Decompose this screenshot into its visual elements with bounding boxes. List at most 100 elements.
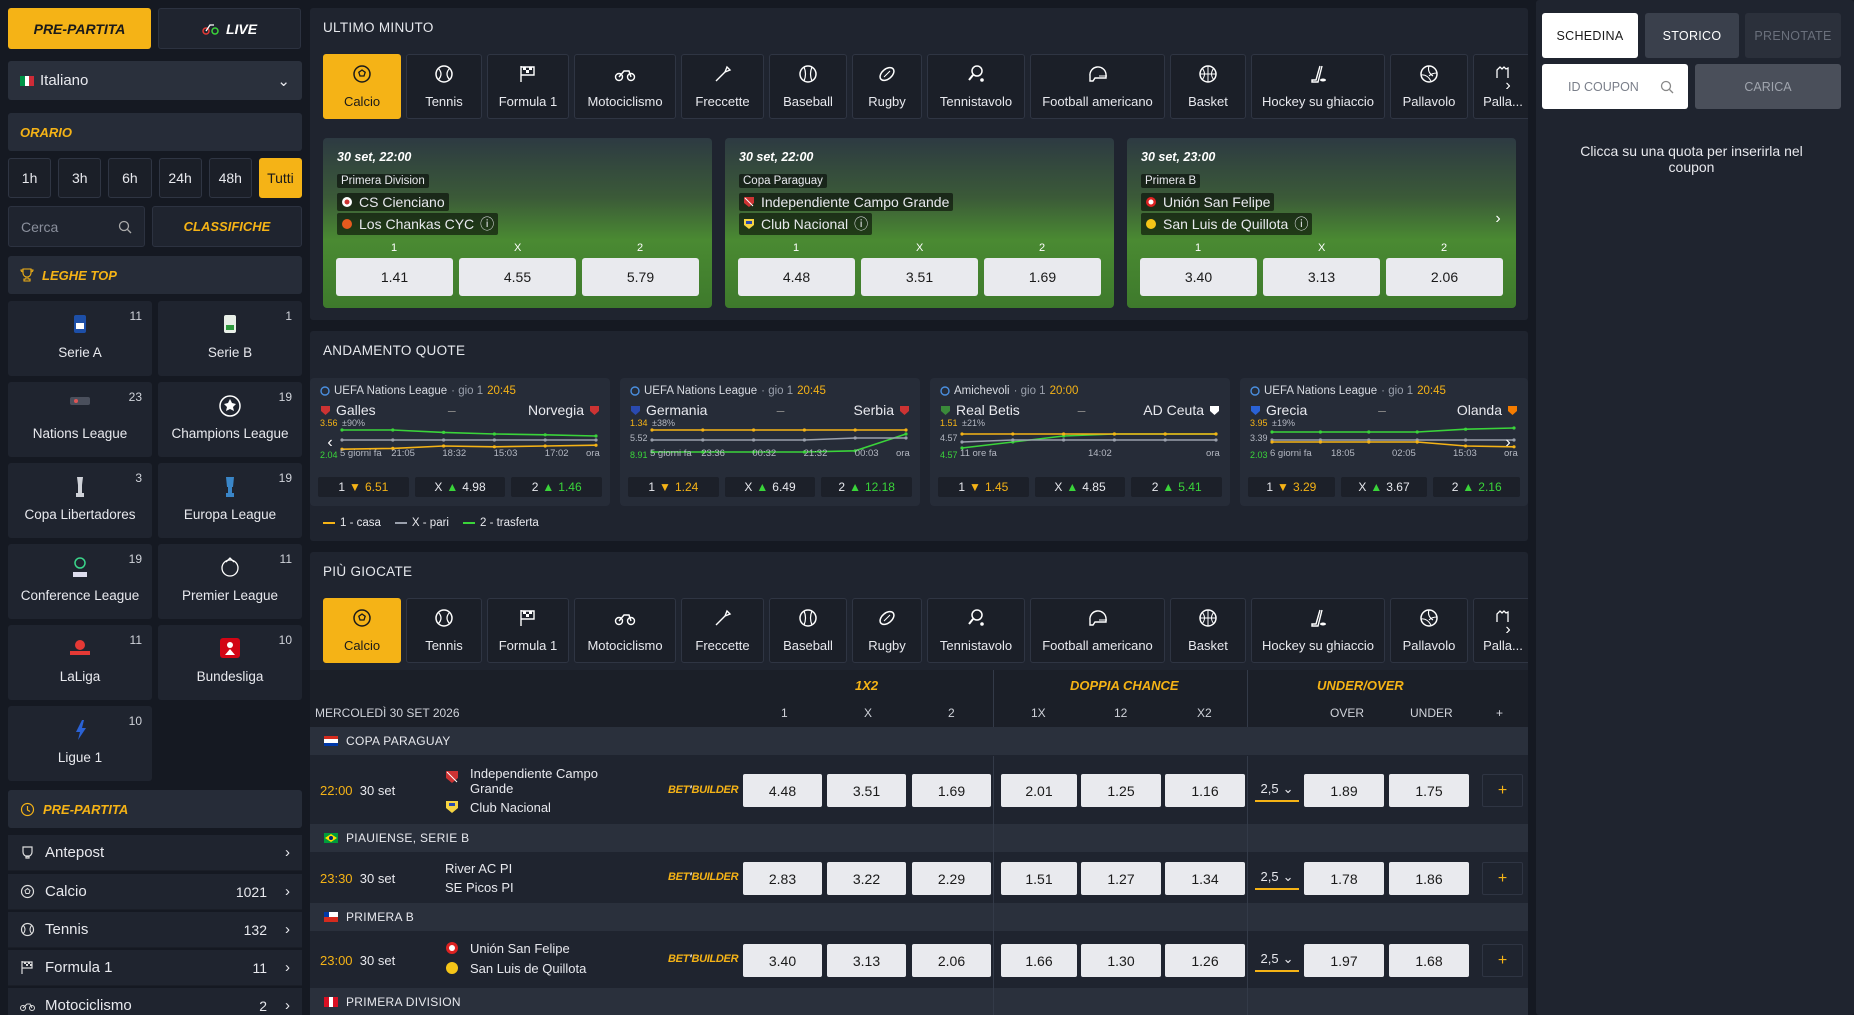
odd-button[interactable]: 1.68 xyxy=(1389,944,1469,977)
line-select[interactable]: 2,5 ⌄ xyxy=(1255,777,1299,802)
odd-button[interactable]: 1.86 xyxy=(1389,862,1469,895)
sport-row-motociclismo[interactable]: Motociclismo 2 › xyxy=(8,988,302,1015)
odd-button[interactable]: 1.97 xyxy=(1304,944,1384,977)
trend-odd-x[interactable]: X ▲ 4.85 xyxy=(1034,477,1126,497)
line-select[interactable]: 2,5 ⌄ xyxy=(1255,947,1299,972)
tab-baseball[interactable]: Baseball xyxy=(769,598,847,663)
tab-calcio[interactable]: Calcio xyxy=(323,598,401,663)
odd-button[interactable]: 1.25 xyxy=(1081,774,1161,807)
competition-row[interactable]: PRIMERA DIVISION xyxy=(310,988,1528,1015)
league-copa-libertadores[interactable]: 3 Copa Libertadores xyxy=(8,463,152,538)
tab-motociclismo[interactable]: Motociclismo xyxy=(574,54,676,119)
tab-football-americano[interactable]: Football americano xyxy=(1030,54,1165,119)
tab-formula-1[interactable]: Formula 1 xyxy=(487,598,569,663)
bet-builder-badge[interactable]: BET'BUILDER xyxy=(668,953,739,965)
league-champions-league[interactable]: 19 Champions League xyxy=(158,382,302,457)
league-laliga[interactable]: 11 LaLiga xyxy=(8,625,152,700)
tab-baseball[interactable]: Baseball xyxy=(769,54,847,119)
competition-row[interactable]: COPA PARAGUAY xyxy=(310,727,1528,755)
odd-button[interactable]: 1.34 xyxy=(1165,862,1245,895)
tab-hockey-su-ghiaccio[interactable]: Hockey su ghiaccio xyxy=(1251,54,1385,119)
odd-button[interactable]: 2.29 xyxy=(912,862,991,895)
tab-basket[interactable]: Basket xyxy=(1170,598,1246,663)
last-minute-card[interactable]: 30 set, 22:00 Copa Paraguay Independient… xyxy=(725,138,1114,308)
odd-button[interactable]: 1.51 xyxy=(1001,862,1077,895)
league-ligue-1[interactable]: 10 Ligue 1 xyxy=(8,706,152,781)
odd-button[interactable]: 1.30 xyxy=(1081,944,1161,977)
odd-button[interactable]: 4.48 xyxy=(738,258,855,296)
odd-button[interactable]: 5.79 xyxy=(582,258,699,296)
league-europa-league[interactable]: 19 Europa League xyxy=(158,463,302,538)
odd-button[interactable]: 1.69 xyxy=(912,774,991,807)
trend-odd-2[interactable]: 2 ▲ 5.41 xyxy=(1131,477,1223,497)
time-filter-tutti[interactable]: Tutti xyxy=(258,158,303,198)
odds-trend-card[interactable]: UEFA Nations League · gio 1 20:45 Galles… xyxy=(310,378,610,506)
odd-button[interactable]: 3.13 xyxy=(827,944,906,977)
trend-prev-arrow[interactable]: ‹ xyxy=(319,432,341,454)
tab-freccette[interactable]: Freccette xyxy=(681,598,764,663)
tabs-next-arrow[interactable]: › xyxy=(1497,619,1519,641)
coupon-id-input[interactable]: ID COUPON xyxy=(1542,64,1688,109)
tab-tennistavolo[interactable]: Tennistavolo xyxy=(927,54,1025,119)
league-bundesliga[interactable]: 10 Bundesliga xyxy=(158,625,302,700)
odd-button[interactable]: 1.41 xyxy=(336,258,453,296)
tab-motociclismo[interactable]: Motociclismo xyxy=(574,598,676,663)
live-button[interactable]: LIVE xyxy=(158,8,301,49)
tab-storico[interactable]: STORICO xyxy=(1645,13,1739,58)
league-premier-league[interactable]: 11 Premier League xyxy=(158,544,302,619)
info-icon[interactable]: ⓘ xyxy=(1294,214,1308,234)
sport-row-antepost[interactable]: Antepost › xyxy=(8,835,302,871)
sport-row-calcio[interactable]: Calcio 1021 › xyxy=(8,874,302,910)
more-markets-button[interactable]: + xyxy=(1482,862,1523,895)
odd-button[interactable]: 1.78 xyxy=(1304,862,1384,895)
tab-hockey-su-ghiaccio[interactable]: Hockey su ghiaccio xyxy=(1251,598,1385,663)
tab-prenotate[interactable]: PRENOTATE xyxy=(1745,13,1841,58)
line-select[interactable]: 2,5 ⌄ xyxy=(1255,865,1299,890)
time-filter-1h[interactable]: 1h xyxy=(8,158,52,198)
prepartita-button[interactable]: PRE-PARTITA xyxy=(8,8,151,49)
odds-trend-card[interactable]: UEFA Nations League · gio 1 20:45 Grecia… xyxy=(1240,378,1528,506)
odd-button[interactable]: 1.75 xyxy=(1389,774,1469,807)
trend-odd-x[interactable]: X ▲ 4.98 xyxy=(414,477,506,497)
tab-schedina[interactable]: SCHEDINA xyxy=(1542,13,1638,58)
odd-button[interactable]: 1.69 xyxy=(984,258,1101,296)
odd-button[interactable]: 2.01 xyxy=(1001,774,1077,807)
odd-button[interactable]: 3.51 xyxy=(827,774,906,807)
competition-row[interactable]: PIAUIENSE, SERIE B xyxy=(310,824,1528,852)
odd-button[interactable]: 2.83 xyxy=(743,862,822,895)
tabs-next-arrow[interactable]: › xyxy=(1497,75,1519,97)
odd-button[interactable]: 2.06 xyxy=(912,944,991,977)
trend-odd-1[interactable]: 1 ▼ 1.24 xyxy=(628,477,719,497)
odd-button[interactable]: 2.06 xyxy=(1386,258,1503,296)
odd-button[interactable]: 1.26 xyxy=(1165,944,1245,977)
league-nations-league[interactable]: 23 Nations League xyxy=(8,382,152,457)
cards-next-arrow[interactable]: › xyxy=(1487,208,1509,230)
odd-button[interactable]: 1.89 xyxy=(1304,774,1384,807)
carica-button[interactable]: CARICA xyxy=(1695,64,1841,109)
search-input[interactable]: Cerca xyxy=(8,206,145,247)
trend-next-arrow[interactable]: › xyxy=(1497,432,1519,454)
league-conference-league[interactable]: 19 Conference League xyxy=(8,544,152,619)
tab-football-americano[interactable]: Football americano xyxy=(1030,598,1165,663)
time-filter-48h[interactable]: 48h xyxy=(208,158,252,198)
competition-row[interactable]: PRIMERA B xyxy=(310,903,1528,931)
tab-tennis[interactable]: Tennis xyxy=(406,598,482,663)
odd-button[interactable]: 3.40 xyxy=(743,944,822,977)
league-serie-b[interactable]: 1 Serie B xyxy=(158,301,302,376)
classifiche-button[interactable]: CLASSIFICHE xyxy=(152,206,302,247)
tab-rugby[interactable]: Rugby xyxy=(852,54,922,119)
info-icon[interactable]: ⓘ xyxy=(480,214,494,234)
tab-tennistavolo[interactable]: Tennistavolo xyxy=(927,598,1025,663)
odd-button[interactable]: 3.51 xyxy=(861,258,978,296)
tab-rugby[interactable]: Rugby xyxy=(852,598,922,663)
more-markets-button[interactable]: + xyxy=(1482,944,1523,977)
time-filter-3h[interactable]: 3h xyxy=(58,158,102,198)
odds-trend-card[interactable]: UEFA Nations League · gio 1 20:45 German… xyxy=(620,378,920,506)
tab-freccette[interactable]: Freccette xyxy=(681,54,764,119)
trend-odd-1[interactable]: 1 ▼ 6.51 xyxy=(318,477,409,497)
tab-formula-1[interactable]: Formula 1 xyxy=(487,54,569,119)
tab-calcio[interactable]: Calcio xyxy=(323,54,401,119)
tab-pallavolo[interactable]: Pallavolo xyxy=(1390,54,1468,119)
league-serie-a[interactable]: 11 Serie A xyxy=(8,301,152,376)
language-select[interactable]: Italiano ⌄ xyxy=(8,61,302,100)
